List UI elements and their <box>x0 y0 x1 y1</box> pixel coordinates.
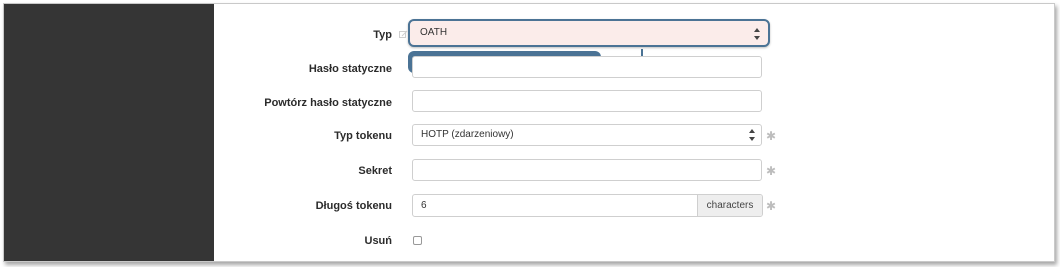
typ-tokenu-value: HOTP (zdarzeniowy) <box>421 129 514 140</box>
usun-label: Usuń <box>364 235 393 247</box>
powtorz-haslo-input[interactable] <box>412 90 762 112</box>
sekret-label: Sekret <box>358 165 392 177</box>
dlugosc-tokenu-input[interactable]: 6 <box>413 195 698 216</box>
window-frame: Typ OATH Wybierz metodę uwierzytelnienia… <box>3 3 1055 262</box>
sidebar <box>4 4 214 261</box>
form-panel: Typ OATH Wybierz metodę uwierzytelnienia… <box>214 4 1054 261</box>
select-arrows-icon <box>754 28 760 40</box>
sekret-input[interactable] <box>412 159 762 181</box>
required-icon: ✱ <box>766 129 777 143</box>
usun-checkbox[interactable] <box>413 236 422 245</box>
characters-addon: characters <box>697 195 762 216</box>
dlugosc-tokenu-group: 6 characters <box>412 194 763 217</box>
haslo-statyczne-input[interactable] <box>412 56 762 78</box>
edit-icon <box>399 30 408 39</box>
powtorz-haslo-label: Powtórz hasło statyczne <box>264 97 392 109</box>
typ-label: Typ <box>373 29 392 41</box>
typ-tokenu-label: Typ tokenu <box>334 130 392 142</box>
haslo-statyczne-label: Hasło statyczne <box>308 63 392 75</box>
required-icon: ✱ <box>766 164 777 178</box>
typ-select[interactable]: OATH <box>408 19 770 47</box>
required-icon: ✱ <box>766 199 777 213</box>
typ-tokenu-select[interactable]: HOTP (zdarzeniowy) <box>412 124 762 146</box>
typ-select-value: OATH <box>420 27 448 38</box>
select-arrows-icon <box>749 129 755 141</box>
dlugosc-tokenu-label: Długoś tokenu <box>315 200 392 212</box>
